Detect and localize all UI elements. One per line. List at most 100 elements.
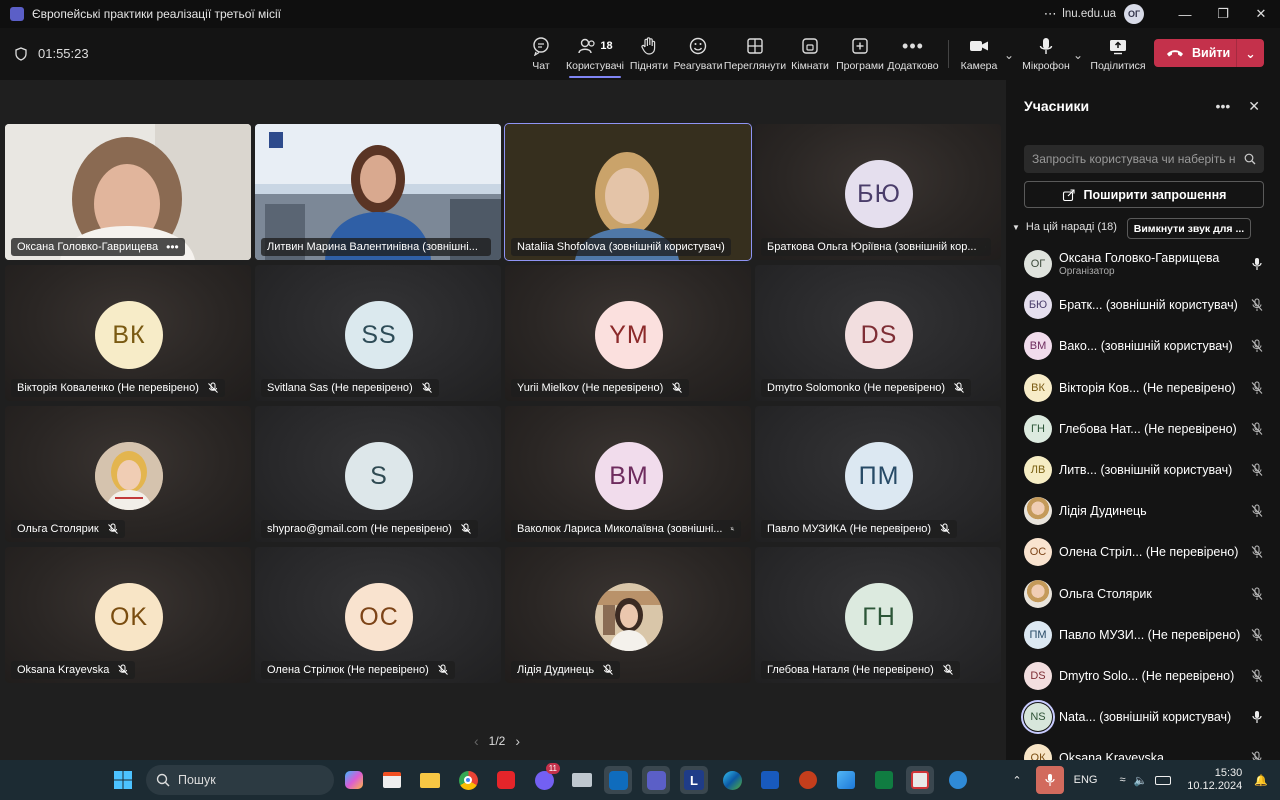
next-page-icon[interactable]: ›: [515, 733, 520, 749]
camera-button[interactable]: Камера: [949, 34, 1009, 72]
photos-taskbar-icon[interactable]: [832, 766, 860, 794]
participant-avatar: ОС: [1024, 538, 1052, 567]
video-tile[interactable]: YM Yurii Mielkov (Не перевірено): [505, 265, 751, 401]
participant-row[interactable]: ПМ Павло МУЗИ... (Не перевірено): [1024, 615, 1264, 655]
camera-options-chevron-icon[interactable]: ⌄: [1004, 48, 1014, 62]
video-tile-active-speaker[interactable]: Nataliia Shofolova (зовнішній користувач…: [504, 123, 752, 261]
tile-name-tag: Павло МУЗИКА (Не перевірено): [761, 520, 958, 538]
chat-button[interactable]: Чат: [511, 34, 571, 72]
participant-row[interactable]: ВК Вікторія Ков... (Не перевірено): [1024, 368, 1264, 408]
video-tile[interactable]: OK Oksana Krayevska: [5, 547, 251, 683]
participant-row[interactable]: ОГ Оксана Головко-Гаврищева Організатор: [1024, 244, 1264, 284]
tile-name: Браткова Ольга Юріївна (зовнішній кор...: [767, 241, 977, 253]
mic-in-use-icon[interactable]: [1035, 766, 1064, 794]
more-options-icon[interactable]: ⋯: [1038, 0, 1062, 28]
video-tile[interactable]: DS Dmytro Solomonko (Не перевірено): [755, 265, 1001, 401]
close-window-button[interactable]: ✕: [1242, 0, 1280, 28]
video-tile[interactable]: SS Svitlana Sas (Не перевірено): [255, 265, 501, 401]
tile-name: Литвин Марина Валентинівна (зовнішні...: [267, 241, 478, 253]
video-tile[interactable]: Оксана Головко-Гаврищева •••: [5, 124, 251, 260]
video-tile[interactable]: ОС Олена Стрілюк (Не перевірено): [255, 547, 501, 683]
video-tile[interactable]: Литвин Марина Валентинівна (зовнішні...: [255, 124, 501, 260]
restore-button[interactable]: ❐: [1204, 0, 1242, 28]
video-tile[interactable]: ПМ Павло МУЗИКА (Не перевірено): [755, 406, 1001, 542]
video-tile[interactable]: БЮ Браткова Ольга Юріївна (зовнішній кор…: [755, 124, 1001, 260]
l-app-taskbar-icon[interactable]: L: [680, 766, 708, 794]
taskbar-search[interactable]: Пошук: [146, 765, 334, 795]
video-tile[interactable]: S shyprao@gmail.com (Не перевірено): [255, 406, 501, 542]
panel-more-icon[interactable]: •••: [1216, 98, 1231, 115]
battery-icon[interactable]: [1155, 775, 1172, 785]
video-tile[interactable]: ВК Вікторія Коваленко (Не перевірено): [5, 265, 251, 401]
video-tile[interactable]: Ольга Столярик: [5, 406, 251, 542]
mic-options-chevron-icon[interactable]: ⌄: [1073, 48, 1083, 62]
previous-page-icon[interactable]: ‹: [474, 733, 479, 749]
clock[interactable]: 15:30 10.12.2024: [1187, 767, 1242, 793]
search-icon: [156, 773, 170, 787]
invite-search-input[interactable]: Запросіть користувача чи наберіть н: [1024, 145, 1264, 173]
chrome-taskbar-icon[interactable]: [454, 766, 482, 794]
participant-row[interactable]: ОК Oksana Krayevska: [1024, 738, 1264, 760]
video-tile[interactable]: Лідія Дудинець: [505, 547, 751, 683]
hangup-icon: [1167, 50, 1183, 57]
more-button[interactable]: ••• Додатково: [883, 34, 943, 73]
shield-icon: [15, 46, 27, 61]
video-tile[interactable]: ВМ Ваколюк Лариса Миколаївна (зовнішні..…: [505, 406, 751, 542]
react-label: Реагувати: [673, 60, 723, 72]
tile-more-icon[interactable]: •••: [166, 240, 179, 254]
volume-icon[interactable]: 🔈: [1134, 774, 1148, 787]
participant-row[interactable]: Ольга Столярик: [1024, 574, 1264, 614]
participant-row[interactable]: Лідія Дудинець: [1024, 491, 1264, 531]
store-taskbar-icon[interactable]: [378, 766, 406, 794]
notification-bell-icon[interactable]: 🔔: [1254, 774, 1268, 787]
participant-row[interactable]: ЛВ Литв... (зовнішній користувач): [1024, 450, 1264, 490]
acrobat-taskbar-icon[interactable]: [492, 766, 520, 794]
tray-overflow-icon[interactable]: ⌃: [1012, 774, 1021, 787]
react-button[interactable]: Реагувати: [668, 34, 728, 72]
tile-photo-avatar: [595, 583, 663, 651]
word-taskbar-icon[interactable]: [756, 766, 784, 794]
tile-name: Олена Стрілюк (Не перевірено): [267, 664, 429, 676]
app-taskbar-icon[interactable]: [568, 766, 596, 794]
people-icon: [578, 38, 595, 54]
minimize-button[interactable]: —: [1166, 0, 1204, 28]
leave-button[interactable]: Вийти ⌄: [1154, 39, 1264, 67]
close-panel-icon[interactable]: ✕: [1248, 98, 1260, 115]
user-avatar[interactable]: ОГ: [1124, 4, 1144, 24]
participant-row[interactable]: DS Dmytro Solo... (Не перевірено): [1024, 656, 1264, 696]
start-button[interactable]: [109, 766, 137, 794]
help-taskbar-icon[interactable]: [944, 766, 972, 794]
view-button[interactable]: Переглянути: [724, 34, 786, 72]
people-button[interactable]: 18 Користувачі: [565, 34, 625, 78]
mute-all-button[interactable]: Вимкнути звук для ...: [1127, 218, 1251, 239]
mic-button[interactable]: Мікрофон: [1016, 34, 1076, 72]
leave-options-chevron-icon[interactable]: ⌄: [1236, 39, 1264, 67]
mic-muted-icon: [603, 664, 614, 675]
windows-taskbar: Пошук 11 L ⌃ ENG ≈ 🔈 15:30 10.12.2024 🔔: [0, 760, 1280, 800]
outlook-taskbar-icon[interactable]: [604, 766, 632, 794]
excel-taskbar-icon[interactable]: [870, 766, 898, 794]
snipping-tool-taskbar-icon[interactable]: [906, 766, 934, 794]
participant-row[interactable]: БЮ Братк... (зовнішній користувач): [1024, 285, 1264, 325]
participant-row[interactable]: ВМ Вако... (зовнішній користувач): [1024, 326, 1264, 366]
mic-muted-icon: [730, 526, 735, 531]
file-explorer-taskbar-icon[interactable]: [416, 766, 444, 794]
language-indicator[interactable]: ENG: [1074, 774, 1098, 786]
powerpoint-taskbar-icon[interactable]: [794, 766, 822, 794]
share-button[interactable]: Поділитися: [1088, 34, 1148, 72]
teams-taskbar-icon[interactable]: [642, 766, 670, 794]
apps-button[interactable]: Програми: [830, 34, 890, 72]
wifi-icon[interactable]: ≈: [1119, 774, 1125, 786]
participant-row[interactable]: NS Nata... (зовнішній користувач): [1021, 697, 1264, 737]
video-tile[interactable]: ГН Глебова Наталя (Не перевірено): [755, 547, 1001, 683]
in-meeting-section-toggle[interactable]: ▼ На цій нараді (18): [1012, 221, 1117, 233]
participant-row[interactable]: ГН Глебова Нат... (Не перевірено): [1024, 409, 1264, 449]
participant-row[interactable]: ОС Олена Стріл... (Не перевірено): [1024, 532, 1264, 572]
edge-taskbar-icon[interactable]: [718, 766, 746, 794]
viber-taskbar-icon[interactable]: 11: [530, 763, 560, 794]
participant-text: Ольга Столярик: [1059, 587, 1250, 601]
copilot-taskbar-icon[interactable]: [340, 766, 368, 794]
tile-name-tag: Вікторія Коваленко (Не перевірено): [11, 379, 225, 397]
share-invite-button[interactable]: Поширити запрошення: [1024, 181, 1264, 208]
mic-muted-icon: [942, 664, 953, 675]
